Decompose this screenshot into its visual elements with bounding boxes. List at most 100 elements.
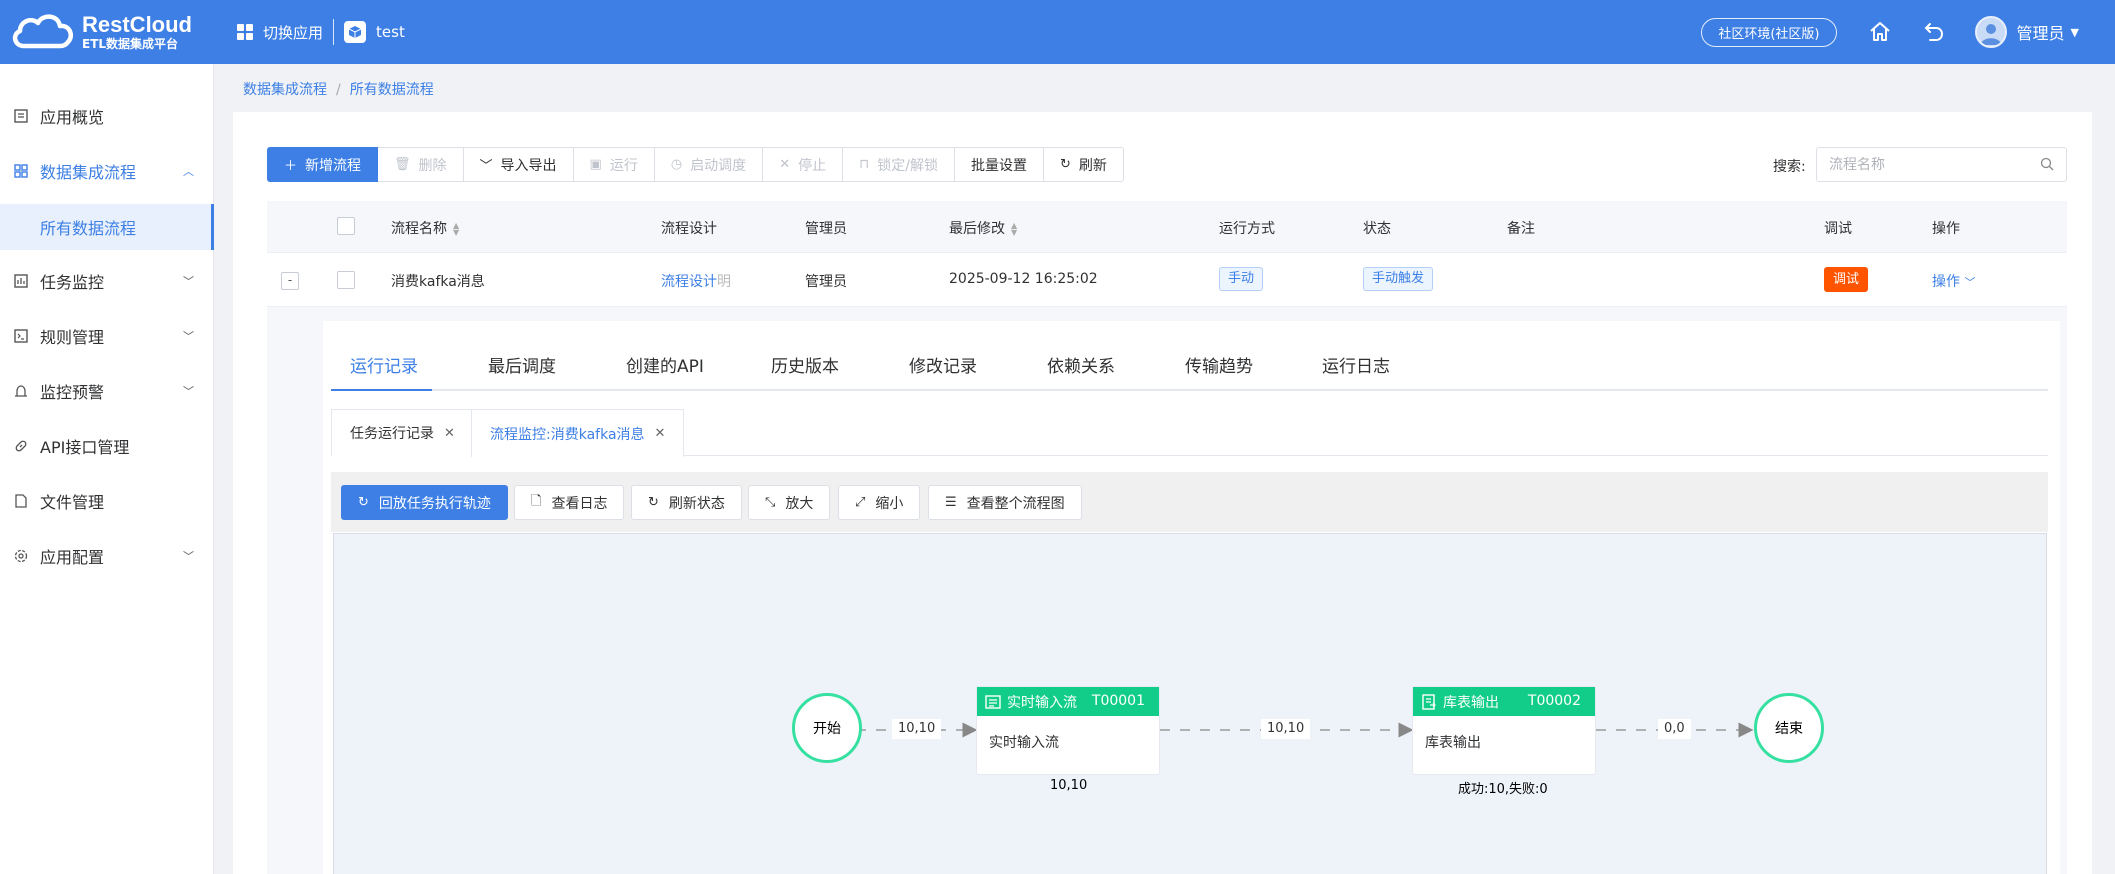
current-app[interactable]: test (344, 21, 405, 43)
sidebar-item-label: 所有数据流程 (40, 219, 137, 238)
tab-last-schedule[interactable]: 最后调度 (488, 352, 556, 377)
flow-canvas[interactable]: 开始 10,10 实时输入流 T00001 实时输入流 10,10 10,10 … (333, 533, 2047, 874)
refresh-button[interactable]: ↻ 刷新 (1043, 147, 1124, 182)
avatar[interactable] (1974, 16, 2007, 48)
select-all-checkbox[interactable] (337, 217, 355, 235)
caret-down-icon[interactable]: ▼ (2071, 26, 2079, 39)
trash-icon: 🗑︎ (394, 157, 411, 172)
sidebar-item-api[interactable]: API接口管理 (0, 418, 214, 473)
flow-design-link[interactable]: 流程设计明 (661, 271, 731, 291)
breadcrumb-item-integration[interactable]: 数据集成流程 (243, 82, 327, 98)
sidebar-item-label: 应用配置 (40, 547, 105, 567)
column-header-action: 操作 (1932, 221, 1960, 237)
back-icon[interactable] (1921, 19, 1947, 45)
run-button[interactable]: ▣ 运行 (573, 147, 655, 182)
flow-toolbar: ↻ 回放任务执行轨迹 🗋 查看日志 ↻ 刷新状态 ⤡ 放大 ⤢ 缩小 ☰ 查看整个流程图 (331, 472, 2048, 532)
sidebar-item-app-config[interactable]: 应用配置 ﹀ (0, 528, 214, 583)
flow-name: 消费kafka消息 (391, 274, 485, 290)
env-badge[interactable]: 社区环境(社区版) (1701, 17, 1837, 47)
tab-history-versions[interactable]: 历史版本 (771, 352, 839, 377)
import-export-button[interactable]: ﹀ 导入导出 (463, 147, 574, 182)
column-header-name[interactable]: 流程名称 ▲ ▼ (391, 218, 459, 238)
lock-button[interactable]: ⊓ 锁定/解锁 (843, 147, 955, 182)
column-header-note: 备注 (1507, 221, 1535, 237)
refresh-status-button[interactable]: ↻ 刷新状态 (631, 485, 742, 520)
stream-icon (985, 694, 1001, 709)
chevron-down-icon: ﹀ (1964, 276, 1976, 289)
detail-tabs: 运行记录 最后调度 创建的API 历史版本 修改记录 依赖关系 传输趋势 运行日… (331, 338, 2048, 391)
batch-settings-button[interactable]: 批量设置 (954, 147, 1044, 182)
zoom-out-button[interactable]: ⤢ 缩小 (838, 485, 921, 520)
sort-icon[interactable]: ▲ ▼ (453, 222, 459, 237)
switch-app-label: 切换应用 (263, 23, 324, 42)
sidebar-item-label: 文件管理 (40, 492, 105, 512)
run-mode-tag: 手动 (1219, 267, 1264, 291)
task-node-table-output[interactable]: 库表输出 T00002 库表输出 (1413, 687, 1595, 774)
row-collapse-button[interactable]: - (281, 272, 299, 290)
sidebar-item-rules[interactable]: 规则管理 ﹀ (0, 308, 214, 363)
chevron-down-icon: ﹀ (183, 274, 194, 288)
tab-run-log[interactable]: 运行日志 (1322, 352, 1390, 377)
chevron-down-icon: ﹀ (183, 329, 194, 343)
active-tab-indicator (331, 389, 432, 391)
breadcrumb-item-all-flows[interactable]: 所有数据流程 (350, 82, 434, 98)
refresh-icon: ↻ (358, 495, 369, 510)
sidebar-item-task-monitor[interactable]: 任务监控 ﹀ (0, 253, 214, 308)
sidebar-item-alerts[interactable]: 监控预警 ﹀ (0, 363, 214, 418)
play-icon: ▣ (589, 157, 602, 172)
column-header-modified[interactable]: 最后修改 ▲ ▼ (949, 218, 1017, 238)
search-label: 搜索: (1773, 159, 1806, 175)
top-header: RestCloud ETL数据集成平台 切换应用 test 社区环境(社区版) … (0, 0, 2115, 64)
switch-app-button[interactable]: 切换应用 (237, 22, 323, 43)
view-log-button[interactable]: 🗋 查看日志 (514, 485, 625, 520)
zoom-in-icon: ⤡ (765, 495, 776, 510)
stop-button[interactable]: ✕ 停止 (763, 147, 844, 182)
task-node-realtime-input[interactable]: 实时输入流 T00001 实时输入流 (977, 687, 1159, 774)
tab-dependencies[interactable]: 依赖关系 (1047, 352, 1115, 377)
start-schedule-button[interactable]: ◷ 启动调度 (654, 147, 764, 182)
start-node[interactable]: 开始 (792, 693, 862, 763)
column-header-run-mode: 运行方式 (1219, 221, 1275, 237)
zoom-out-icon: ⤢ (855, 495, 866, 510)
task-node-stat: 10,10 (1050, 778, 1088, 793)
gear-icon (14, 549, 28, 563)
refresh-icon: ↻ (1059, 157, 1071, 172)
sidebar-item-files[interactable]: 文件管理 (0, 473, 214, 528)
view-whole-flow-button[interactable]: ☰ 查看整个流程图 (928, 485, 1082, 520)
end-node[interactable]: 结束 (1754, 693, 1824, 763)
tab-transfer-trend[interactable]: 传输趋势 (1185, 352, 1253, 377)
row-checkbox[interactable] (337, 271, 355, 289)
status-tag: 手动触发 (1363, 267, 1434, 291)
sidebar-item-label: 数据集成流程 (40, 162, 137, 182)
sidebar-item-integration[interactable]: 数据集成流程 ︿ (0, 143, 214, 198)
terminal-icon (14, 328, 28, 343)
edge-label: 0,0 (1658, 719, 1691, 739)
subtab-task-records[interactable]: 任务运行记录 ✕ (331, 409, 474, 456)
sidebar-item-overview[interactable]: 应用概览 (0, 88, 214, 143)
link-icon (14, 439, 28, 453)
file-icon: 🗋 (531, 493, 542, 509)
new-flow-button[interactable]: ＋新增流程 (267, 147, 379, 182)
tab-run-records[interactable]: 运行记录 (350, 352, 418, 377)
sort-icon[interactable]: ▲ ▼ (1011, 222, 1017, 237)
search-input[interactable] (1816, 147, 2067, 182)
sidebar-item-label: 任务监控 (40, 272, 105, 292)
close-icon[interactable]: ✕ (444, 426, 455, 441)
subtab-flow-monitor[interactable]: 流程监控:消费kafka消息 ✕ (471, 409, 685, 457)
logo[interactable]: RestCloud ETL数据集成平台 (10, 10, 215, 54)
replay-button[interactable]: ↻ 回放任务执行轨迹 (341, 485, 508, 520)
chevron-down-icon: ﹀ (183, 384, 194, 398)
sidebar-item-label: API接口管理 (40, 437, 130, 457)
tab-created-api[interactable]: 创建的API (626, 352, 704, 377)
column-header-debug: 调试 (1824, 221, 1852, 237)
zoom-in-button[interactable]: ⤡ 放大 (748, 485, 831, 520)
delete-button[interactable]: 🗑︎ 删除 (378, 147, 464, 182)
close-icon[interactable]: ✕ (655, 426, 666, 441)
sidebar-item-all-flows[interactable]: 所有数据流程 (0, 204, 214, 250)
tab-change-log[interactable]: 修改记录 (909, 352, 977, 377)
search-icon[interactable] (2040, 157, 2054, 171)
home-icon[interactable] (1867, 19, 1893, 45)
debug-button[interactable]: 调试 (1824, 267, 1869, 292)
user-name[interactable]: 管理员 (2017, 20, 2065, 44)
action-dropdown[interactable]: 操作 ﹀ (1932, 271, 1975, 291)
